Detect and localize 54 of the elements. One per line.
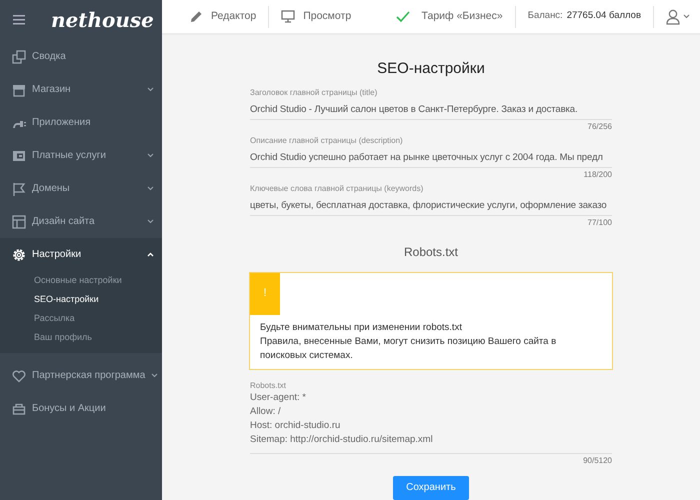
gear-icon [12,248,26,262]
sidebar-item[interactable]: Дизайн сайта [0,205,162,238]
flag-icon [12,182,26,196]
page-title: SEO-настройки [376,59,486,79]
sidebar-item[interactable]: Сводка [0,40,162,73]
warning-text: Правила, внесенные Вами, могут снизить позицию Вашего сайта в поисковых системах. [260,335,558,363]
character-counter: 76/256 [586,121,612,132]
sidebar-item[interactable]: Магазин [0,73,162,106]
sidebar-item[interactable]: Настройки [0,238,162,271]
caret-icon[interactable] [683,14,690,19]
warning-icon: ! [250,273,280,315]
submenu-item[interactable]: Основные настройки [0,271,162,290]
balance-label: Баланс: [528,9,563,24]
field-label: Заголовок главной страницы (title) [250,87,378,98]
sidebar-item[interactable]: Приложения [0,106,162,139]
shop-icon [12,82,26,96]
warning-text: Будьте внимательны при изменении robots.txt [260,321,463,335]
text-line: Allow: / [250,405,282,419]
field-label: Robots.txt [250,380,288,391]
section-title: Robots.txt [402,244,460,260]
field-label: Описание главной страницы (description) [250,135,404,146]
input-field[interactable]: Orchid Studio - Лучший салон цветов в Санкт-Петербурге. Заказ и доставка. [250,102,612,120]
character-counter: 118/200 [582,169,612,180]
text-line: Sitemap: http://orchid-studio.ru/sitemap.xml [250,433,434,447]
sidebar-item[interactable]: Домены [0,172,162,205]
sidebar-item[interactable]: Платные услуги [0,139,162,172]
character-counter: 77/100 [586,217,612,228]
layout-icon [12,214,26,228]
balance-value: 27765.04 баллов [566,9,641,24]
preview-link[interactable]: Просмотр [281,8,352,24]
menu-icon[interactable] [13,15,25,25]
robots-textarea[interactable]: User-agent: * Allow: / Host: orchid-studio.ru Sitemap: http://orchid-studio.ru/sitemap.xml [250,391,612,454]
sidebar-item[interactable]: Бонусы и Акции [0,392,162,425]
user-icon[interactable] [666,8,680,24]
text-line: Host: orchid-studio.ru [250,419,342,433]
submenu-item[interactable]: SEO-настройки [0,290,162,309]
sidebar-item[interactable]: Партнерская программа [0,359,162,392]
pencil-icon [190,10,203,23]
submenu-item[interactable]: Ваш профиль [0,328,162,347]
input-field[interactable]: Orchid Studio успешно работает на рынке цветочных услуг с 2004 года. Мы предл [250,150,612,168]
submenu-item[interactable]: Рассылка [0,309,162,328]
monitor-icon [281,10,296,23]
character-counter: 90/5120 [582,455,612,466]
logo[interactable]: nethouse [51,10,154,30]
save-button[interactable]: Сохранить [393,476,469,500]
text-line: User-agent: * [250,391,307,405]
check-icon [396,11,410,22]
input-field[interactable]: цветы, букеты, бесплатная доставка, флористические услуги, оформление заказо [250,198,612,216]
copy-icon [12,50,26,64]
heart-icon [12,368,26,382]
tariff-link[interactable]: Тариф «Бизнес» [396,8,503,24]
wallet-icon [12,148,26,162]
editor-link[interactable]: Редактор [190,8,256,24]
field-label: Ключевые слова главной страницы (keywords) [250,183,424,194]
